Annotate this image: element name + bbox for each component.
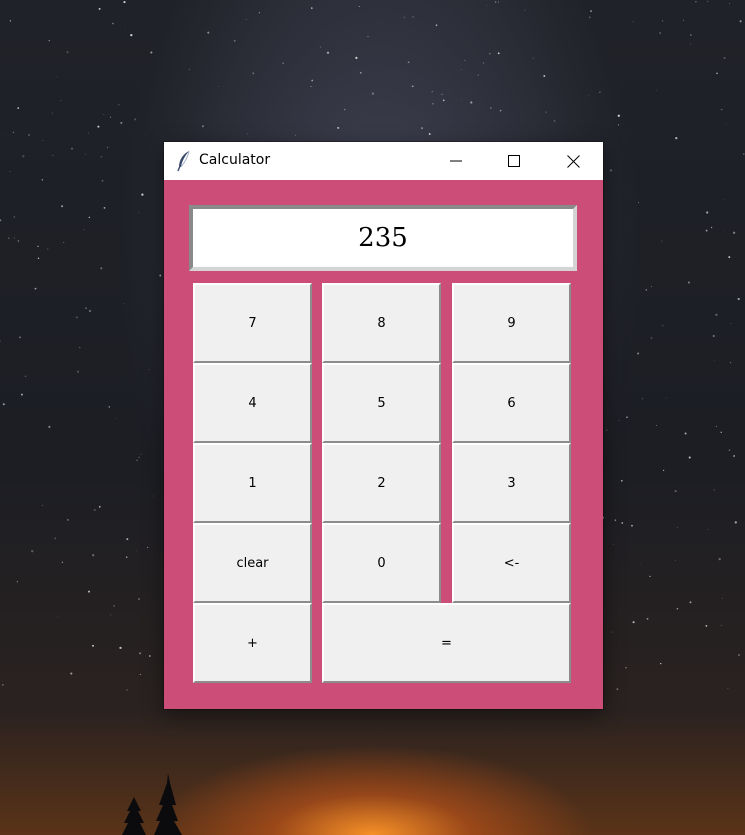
minimize-button[interactable] xyxy=(427,142,485,180)
maximize-button[interactable] xyxy=(485,142,543,180)
key-3[interactable]: 3 xyxy=(452,443,571,523)
clear-button[interactable]: clear xyxy=(193,523,312,603)
key-8[interactable]: 8 xyxy=(322,283,441,363)
key-6[interactable]: 6 xyxy=(452,363,571,443)
window-title: Calculator xyxy=(199,152,271,168)
key-4[interactable]: 4 xyxy=(193,363,312,443)
key-2[interactable]: 2 xyxy=(322,443,441,523)
title-bar[interactable]: Calculator xyxy=(164,142,603,180)
key-9[interactable]: 9 xyxy=(452,283,571,363)
maximize-icon xyxy=(508,155,520,167)
calculator-window: Calculator 235 7 8 9 4 5 6 1 2 3 clear 0… xyxy=(164,142,603,709)
key-1[interactable]: 1 xyxy=(193,443,312,523)
minimize-icon xyxy=(450,160,462,162)
calculator-display[interactable]: 235 xyxy=(189,205,577,271)
plus-button[interactable]: + xyxy=(193,603,312,683)
close-icon xyxy=(566,154,580,168)
key-7[interactable]: 7 xyxy=(193,283,312,363)
pine-trees-silhouette xyxy=(122,773,182,835)
backspace-button[interactable]: <- xyxy=(452,523,571,603)
feather-app-icon xyxy=(177,150,190,172)
key-5[interactable]: 5 xyxy=(322,363,441,443)
equals-button[interactable]: = xyxy=(322,603,571,683)
key-0[interactable]: 0 xyxy=(322,523,441,603)
close-button[interactable] xyxy=(544,142,602,180)
